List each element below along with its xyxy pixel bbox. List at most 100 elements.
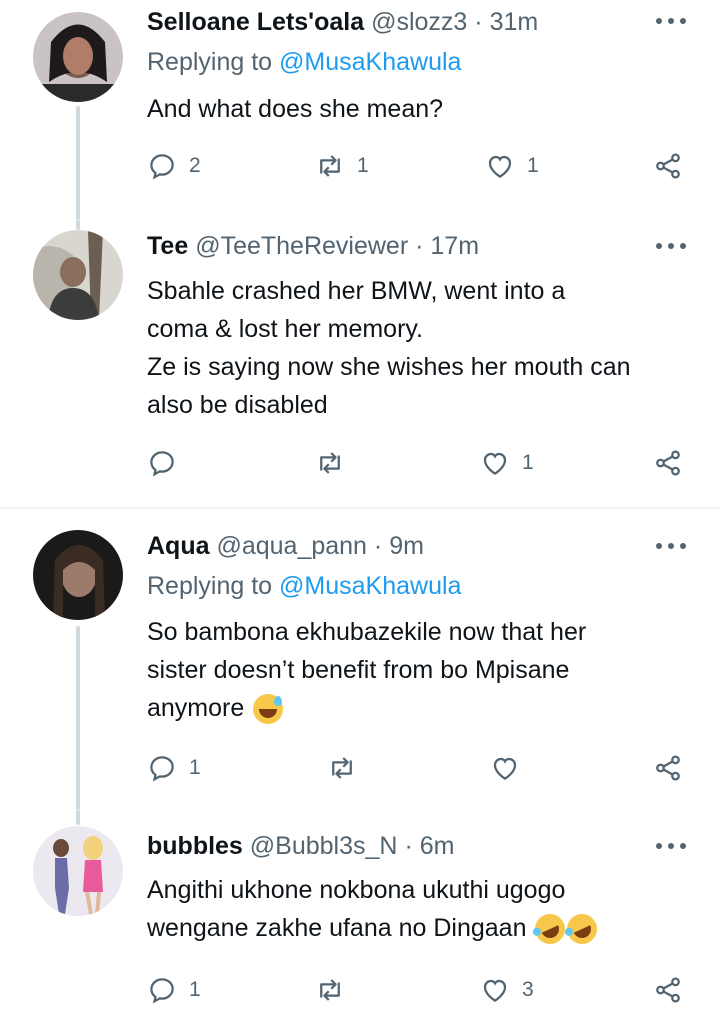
tweet-text-line: anymore — [147, 694, 245, 722]
retweet-icon — [332, 757, 352, 779]
retweet-button[interactable] — [327, 748, 369, 788]
reply-button[interactable] — [147, 443, 189, 483]
more-icon[interactable] — [656, 543, 686, 551]
rolling-on-the-floor-laughing-icon — [562, 909, 603, 950]
like-icon — [483, 452, 507, 475]
author-handle[interactable]: @slozz3 — [371, 8, 467, 36]
tweet-header: Tee @TeeTheReviewer · 17m — [147, 226, 479, 266]
retweet-button[interactable] — [315, 443, 357, 483]
reply-count: 1 — [189, 756, 201, 779]
like-button[interactable]: 1 — [480, 443, 534, 483]
like-button[interactable]: 1 — [485, 146, 539, 186]
tweet-time[interactable]: 6m — [420, 832, 455, 860]
author-name[interactable]: Aqua — [147, 532, 210, 560]
avatar[interactable] — [33, 230, 123, 320]
tweet-time[interactable]: 31m — [490, 8, 539, 36]
like-button[interactable] — [490, 748, 532, 788]
avatar[interactable] — [33, 826, 123, 916]
tweet-actions: 1 3 — [147, 970, 692, 1010]
tweet[interactable]: bubbles @Bubbl3s_N · 6m Angithi ukhone n… — [0, 810, 720, 1004]
tweet-text-line: So bambona ekhubazekile now that her — [147, 618, 587, 646]
share-button[interactable] — [653, 146, 683, 186]
tweet-text: And what does she mean? — [147, 90, 707, 128]
author-handle[interactable]: @Bubbl3s_N — [250, 832, 398, 860]
like-icon — [483, 979, 507, 1002]
tweet-actions: 1 — [147, 443, 692, 483]
author-name[interactable]: Tee — [147, 232, 188, 260]
reply-icon — [150, 756, 174, 782]
reply-button[interactable]: 1 — [147, 970, 201, 1010]
thread-line — [76, 106, 80, 220]
share-icon — [656, 450, 680, 476]
author-handle[interactable]: @aqua_pann — [216, 532, 367, 560]
like-count: 3 — [522, 978, 534, 1001]
tweet[interactable]: Selloane Lets'oala @slozz3 · 31m Replyin… — [0, 0, 720, 220]
share-icon — [656, 977, 680, 1003]
separator-dot: · — [415, 232, 424, 260]
author-name[interactable]: Selloane Lets'oala — [147, 8, 364, 36]
tweet[interactable]: Tee @TeeTheReviewer · 17m Sbahle crashed… — [0, 220, 720, 508]
tweet-header: Selloane Lets'oala @slozz3 · 31m — [147, 2, 538, 42]
tweet-text: So bambona ekhubazekile now that her sis… — [147, 613, 707, 727]
thread-line — [76, 220, 80, 230]
replying-to-mention[interactable]: @MusaKhawula — [279, 48, 461, 76]
like-count: 1 — [522, 451, 534, 474]
like-icon — [488, 155, 512, 178]
tweet-text: Angithi ukhone nokbona ukuthi ugogo weng… — [147, 871, 707, 950]
thread-line — [76, 810, 80, 825]
reply-button[interactable]: 1 — [147, 748, 201, 788]
retweet-icon — [320, 979, 340, 1001]
reply-count: 2 — [189, 154, 201, 177]
author-handle[interactable]: @TeeTheReviewer — [195, 232, 408, 260]
replying-to-label: Replying to — [147, 572, 273, 600]
tweet-text-line: And what does she mean? — [147, 95, 444, 123]
reply-icon — [150, 978, 174, 1004]
retweet-button[interactable]: 1 — [315, 146, 369, 186]
reply-button[interactable]: 2 — [147, 146, 201, 186]
like-icon — [493, 757, 517, 780]
tweet-time[interactable]: 17m — [430, 232, 479, 260]
more-icon[interactable] — [656, 843, 686, 851]
avatar[interactable] — [33, 530, 123, 620]
tweet-text-line: Angithi ukhone nokbona ukuthi ugogo — [147, 876, 566, 904]
tweet-actions: 1 — [147, 748, 692, 788]
replying-to: Replying to @MusaKhawula — [147, 48, 461, 77]
separator-dot: · — [474, 8, 483, 36]
share-button[interactable] — [653, 748, 683, 788]
tweet-text-line: Sbahle crashed her BMW, went into a — [147, 277, 566, 305]
grinning-face-with-sweat-icon — [253, 694, 284, 725]
reply-icon — [150, 154, 174, 180]
share-icon — [656, 755, 680, 781]
separator-dot: · — [373, 532, 383, 560]
retweet-button[interactable] — [315, 970, 357, 1010]
retweet-icon — [320, 452, 340, 474]
tweet-text-line: Ze is saying now she wishes her mouth ca… — [147, 353, 631, 381]
like-button[interactable]: 3 — [480, 970, 534, 1010]
separator-dot: · — [404, 832, 413, 860]
tweet-time[interactable]: 9m — [389, 532, 424, 560]
tweet[interactable]: Aqua @aqua_pann · 9m Replying to @MusaKh… — [0, 510, 720, 810]
replying-to-mention[interactable]: @MusaKhawula — [279, 572, 461, 600]
tweet-header: Aqua @aqua_pann · 9m — [147, 526, 424, 566]
retweet-count: 1 — [357, 154, 369, 177]
share-button[interactable] — [653, 970, 683, 1010]
tweet-divider — [0, 507, 720, 509]
share-icon — [656, 153, 680, 179]
replying-to-label: Replying to — [147, 48, 273, 76]
replying-to: Replying to @MusaKhawula — [147, 572, 461, 601]
more-icon[interactable] — [656, 243, 686, 251]
tweet-text-line: also be disabled — [147, 391, 328, 419]
more-icon[interactable] — [656, 18, 686, 26]
tweet-text-line: coma & lost her memory. — [147, 315, 424, 343]
author-name[interactable]: bubbles — [147, 832, 243, 860]
tweet-actions: 2 1 1 — [147, 146, 692, 186]
tweet-header: bubbles @Bubbl3s_N · 6m — [147, 826, 454, 866]
thread-line — [76, 626, 80, 810]
like-count: 1 — [527, 154, 539, 177]
retweet-icon — [320, 155, 340, 177]
tweet-text: Sbahle crashed her BMW, went into a coma… — [147, 272, 707, 424]
avatar[interactable] — [33, 12, 123, 102]
reply-icon — [150, 451, 174, 477]
share-button[interactable] — [653, 443, 683, 483]
tweet-text-line: wengane zakhe ufana no Dingaan — [147, 914, 527, 942]
